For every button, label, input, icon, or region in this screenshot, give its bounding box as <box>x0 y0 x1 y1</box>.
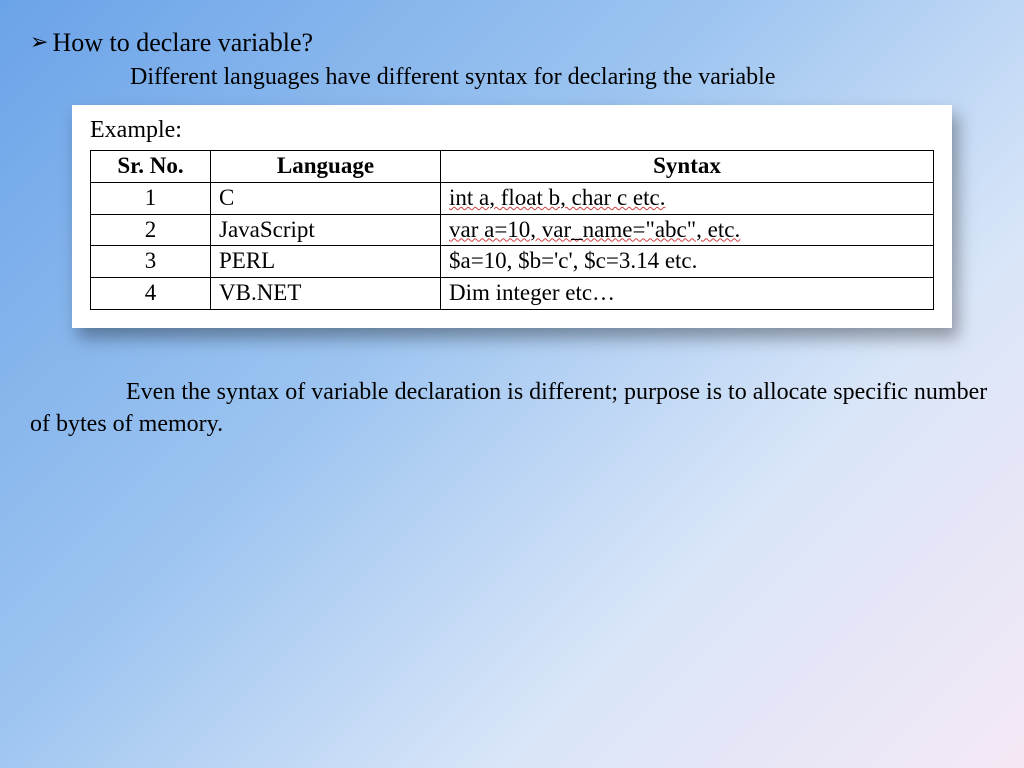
example-card: Example: Sr. No. Language Syntax 1 C int… <box>72 105 952 328</box>
cell-language: PERL <box>211 246 441 278</box>
example-label: Example: <box>90 117 934 144</box>
header-syntax: Syntax <box>441 151 934 183</box>
cell-sr: 4 <box>91 278 211 310</box>
table-row: 2 JavaScript var a=10, var_name="abc", e… <box>91 214 934 246</box>
cell-sr: 2 <box>91 214 211 246</box>
cell-language: VB.NET <box>211 278 441 310</box>
table-header-row: Sr. No. Language Syntax <box>91 151 934 183</box>
cell-language: C <box>211 182 441 214</box>
header-language: Language <box>211 151 441 183</box>
cell-syntax: $a=10, $b='c', $c=3.14 etc. <box>441 246 934 278</box>
table-row: 3 PERL $a=10, $b='c', $c=3.14 etc. <box>91 246 934 278</box>
bullet-icon: ➢ <box>30 28 48 57</box>
cell-sr: 1 <box>91 182 211 214</box>
header-sr: Sr. No. <box>91 151 211 183</box>
subtitle-text: Different languages have different synta… <box>30 64 994 91</box>
slide-heading: ➢ How to declare variable? <box>30 28 994 58</box>
cell-syntax: var a=10, var_name="abc", etc. <box>441 214 934 246</box>
table-row: 1 C int a, float b, char c etc. <box>91 182 934 214</box>
syntax-table: Sr. No. Language Syntax 1 C int a, float… <box>90 150 934 310</box>
heading-text: How to declare variable? <box>52 28 313 58</box>
footer-paragraph: Even the syntax of variable declaration … <box>30 376 994 441</box>
cell-sr: 3 <box>91 246 211 278</box>
table-row: 4 VB.NET Dim integer etc… <box>91 278 934 310</box>
cell-language: JavaScript <box>211 214 441 246</box>
cell-syntax: int a, float b, char c etc. <box>441 182 934 214</box>
cell-syntax: Dim integer etc… <box>441 278 934 310</box>
